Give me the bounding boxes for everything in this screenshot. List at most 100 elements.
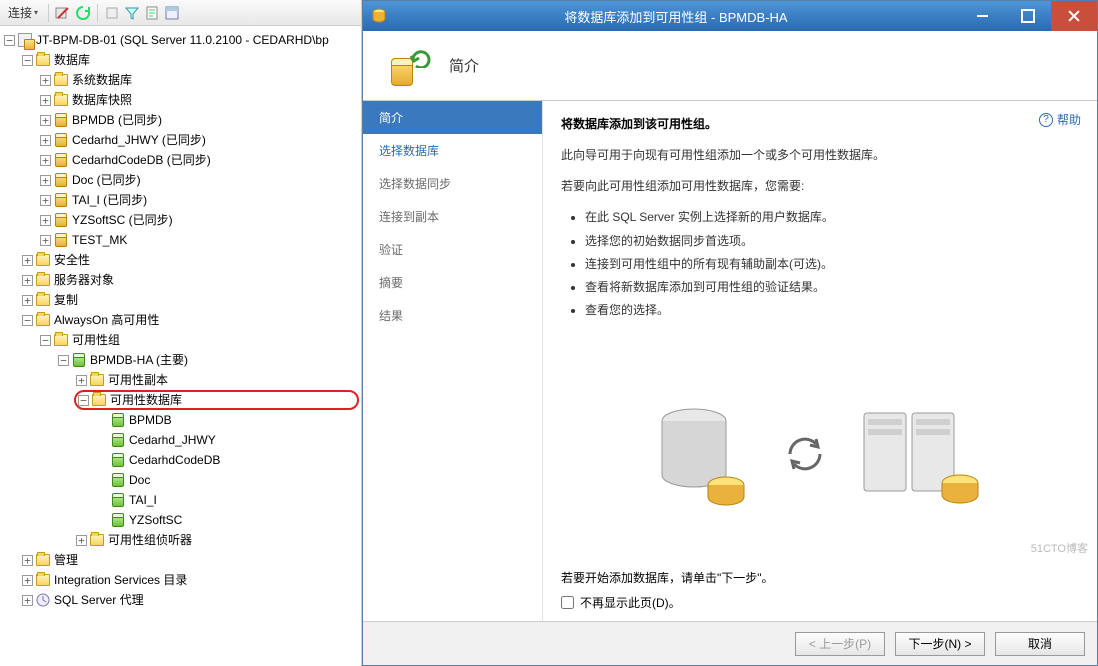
tree-database[interactable]: +YZSoftSC (已同步) (2, 210, 359, 230)
collapse-icon[interactable]: − (4, 35, 15, 46)
availability-group-icon (71, 352, 87, 368)
object-explorer-tree[interactable]: − JT-BPM-DB-01 (SQL Server 11.0.2100 - C… (0, 26, 361, 614)
refresh-icon[interactable] (75, 5, 91, 21)
dont-show-input[interactable] (561, 596, 574, 609)
expand-icon[interactable]: + (22, 555, 33, 566)
tree-server-node[interactable]: − JT-BPM-DB-01 (SQL Server 11.0.2100 - C… (2, 30, 359, 50)
tree-alwayson-node[interactable]: −AlwaysOn 高可用性 (2, 310, 359, 330)
expand-icon[interactable]: + (40, 135, 51, 146)
tree-database[interactable]: + Doc (已同步) (2, 170, 359, 190)
tree-item[interactable]: +Integration Services 目录 (2, 570, 359, 590)
cancel-button[interactable]: 取消 (995, 632, 1085, 656)
spacer (94, 493, 108, 507)
tree-ag-databases-node[interactable]: − 可用性数据库 (74, 390, 359, 410)
expand-icon[interactable]: + (40, 115, 51, 126)
tree-database[interactable]: + TAI_I (已同步) (2, 190, 359, 210)
wizard-content: ? 帮助 将数据库添加到该可用性组。 此向导可用于向现有可用性组添加一个或多个可… (543, 101, 1097, 621)
tree-label: 可用性数据库 (110, 390, 182, 410)
spacer (94, 453, 108, 467)
properties-icon[interactable] (164, 5, 180, 21)
maximize-button[interactable] (1005, 1, 1051, 31)
step-connect-replica[interactable]: 连接到副本 (363, 200, 542, 233)
tree-item[interactable]: +可用性副本 (2, 370, 359, 390)
tree-item[interactable]: + 数据库快照 (2, 90, 359, 110)
help-link[interactable]: ? 帮助 (1039, 111, 1081, 128)
tree-label: Doc (已同步) (72, 170, 141, 190)
tree-ag-database[interactable]: CedarhdCodeDB (2, 450, 359, 470)
stop-icon[interactable] (104, 5, 120, 21)
folder-icon (91, 392, 107, 408)
filter-icon[interactable] (124, 5, 140, 21)
step-data-sync[interactable]: 选择数据同步 (363, 167, 542, 200)
expand-icon[interactable]: + (22, 275, 33, 286)
collapse-icon[interactable]: − (22, 55, 33, 66)
bullet-item: 选择您的初始数据同步首选项。 (585, 232, 1079, 251)
tree-databases-node[interactable]: − 数据库 (2, 50, 359, 70)
script-icon[interactable] (144, 5, 160, 21)
tree-label: CedarhdCodeDB (129, 450, 220, 470)
tree-item[interactable]: +服务器对象 (2, 270, 359, 290)
collapse-icon[interactable]: − (40, 335, 51, 346)
collapse-icon[interactable]: − (58, 355, 69, 366)
tree-ag-database[interactable]: Cedarhd_JHWY (2, 430, 359, 450)
tree-label: TAI_I (已同步) (72, 190, 147, 210)
bullet-item: 在此 SQL Server 实例上选择新的用户数据库。 (585, 208, 1079, 227)
expand-icon[interactable]: + (40, 75, 51, 86)
tree-database[interactable]: +BPMDB (已同步) (2, 110, 359, 130)
expand-icon[interactable]: + (40, 215, 51, 226)
tree-item[interactable]: +管理 (2, 550, 359, 570)
expand-icon[interactable]: + (40, 95, 51, 106)
tree-ag-database[interactable]: TAI_I (2, 490, 359, 510)
database-synced-icon (110, 472, 126, 488)
expand-icon[interactable]: + (40, 175, 51, 186)
titlebar[interactable]: 将数据库添加到可用性组 - BPMDB-HA (363, 1, 1097, 31)
next-button[interactable]: 下一步(N) > (895, 632, 985, 656)
tree-item[interactable]: + 安全性 (2, 250, 359, 270)
step-result[interactable]: 结果 (363, 299, 542, 332)
database-icon (53, 192, 69, 208)
expand-icon[interactable]: + (40, 235, 51, 246)
step-select-db[interactable]: 选择数据库 (363, 134, 542, 167)
connect-button[interactable]: 连接 ▾ (4, 2, 42, 24)
disconnect-icon[interactable] (55, 5, 71, 21)
database-illustration-icon (654, 399, 754, 509)
collapse-icon[interactable]: − (22, 315, 33, 326)
collapse-icon[interactable]: − (78, 395, 89, 406)
tree-ag-database[interactable]: Doc (2, 470, 359, 490)
step-validate[interactable]: 验证 (363, 233, 542, 266)
minimize-button[interactable] (959, 1, 1005, 31)
tree-item[interactable]: +可用性组侦听器 (2, 530, 359, 550)
wizard-banner: 简介 (363, 31, 1097, 101)
tree-ag-database[interactable]: YZSoftSC (2, 510, 359, 530)
help-icon: ? (1039, 113, 1053, 127)
expand-icon[interactable]: + (40, 195, 51, 206)
expand-icon[interactable]: + (22, 255, 33, 266)
expand-icon[interactable]: + (76, 375, 87, 386)
tree-database[interactable]: +TEST_MK (2, 230, 359, 250)
tree-item[interactable]: +SQL Server 代理 (2, 590, 359, 610)
database-icon (53, 152, 69, 168)
step-summary[interactable]: 摘要 (363, 266, 542, 299)
expand-icon[interactable]: + (76, 535, 87, 546)
database-synced-icon (110, 412, 126, 428)
tree-ag-groups-node[interactable]: −可用性组 (2, 330, 359, 350)
tree-ag-node[interactable]: −BPMDB-HA (主要) (2, 350, 359, 370)
tree-item[interactable]: +复制 (2, 290, 359, 310)
database-icon (53, 132, 69, 148)
expand-icon[interactable]: + (22, 595, 33, 606)
expand-icon[interactable]: + (22, 575, 33, 586)
database-icon (53, 232, 69, 248)
expand-icon[interactable]: + (22, 295, 33, 306)
tree-ag-database[interactable]: BPMDB (2, 410, 359, 430)
folder-icon (35, 272, 51, 288)
tree-database[interactable]: +CedarhdCodeDB (已同步) (2, 150, 359, 170)
dont-show-checkbox[interactable]: 不再显示此页(D)。 (561, 594, 1079, 611)
tree-label: 安全性 (54, 250, 90, 270)
step-intro[interactable]: 简介 (363, 101, 542, 134)
content-heading: 将数据库添加到该可用性组。 (561, 115, 1079, 132)
tree-item[interactable]: + 系统数据库 (2, 70, 359, 90)
close-button[interactable] (1051, 1, 1097, 31)
tree-database[interactable]: +Cedarhd_JHWY (已同步) (2, 130, 359, 150)
expand-icon[interactable]: + (40, 155, 51, 166)
bullet-item: 查看将新数据库添加到可用性组的验证结果。 (585, 278, 1079, 297)
